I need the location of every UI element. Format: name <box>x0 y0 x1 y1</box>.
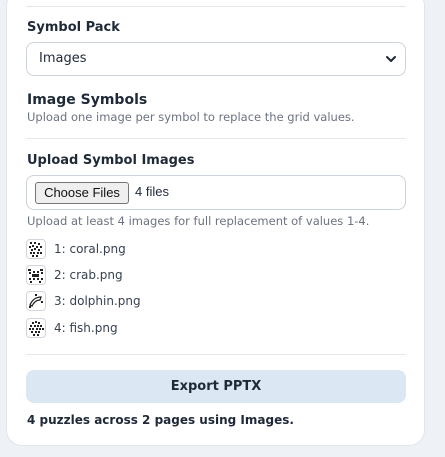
file-list-item: 4: fish.png <box>26 317 118 339</box>
dolphin-thumbnail-icon <box>26 291 46 311</box>
coral-thumbnail-icon <box>26 239 46 259</box>
symbol-pack-select[interactable]: Images <box>26 42 406 76</box>
export-divider <box>26 354 406 355</box>
image-symbols-description: Upload one image per symbol to replace t… <box>27 110 355 124</box>
export-pptx-button[interactable]: Export PPTX <box>26 370 406 403</box>
file-name: 2: crab.png <box>54 268 123 282</box>
fish-thumbnail-icon <box>26 318 46 338</box>
top-divider <box>26 6 406 7</box>
file-list-item: 2: crab.png <box>26 264 123 286</box>
file-count-text: 4 files <box>135 184 169 199</box>
file-name: 4: fish.png <box>54 321 118 335</box>
upload-symbol-images-label: Upload Symbol Images <box>27 153 195 168</box>
file-list-item: 1: coral.png <box>26 238 126 260</box>
section-divider <box>26 138 406 139</box>
crab-thumbnail-icon <box>26 265 46 285</box>
symbol-pack-label: Symbol Pack <box>27 20 120 35</box>
upload-hint: Upload at least 4 images for full replac… <box>27 214 370 228</box>
image-symbols-title: Image Symbols <box>27 92 148 108</box>
file-list-item: 3: dolphin.png <box>26 290 141 312</box>
choose-files-button[interactable]: Choose Files <box>35 182 129 204</box>
file-name: 3: dolphin.png <box>54 294 141 308</box>
symbol-pack-selected-value: Images <box>39 51 87 66</box>
file-name: 1: coral.png <box>54 242 126 256</box>
chevron-down-icon <box>386 56 396 62</box>
file-input[interactable]: Choose Files 4 files <box>26 175 406 210</box>
status-text: 4 puzzles across 2 pages using Images. <box>27 413 294 427</box>
